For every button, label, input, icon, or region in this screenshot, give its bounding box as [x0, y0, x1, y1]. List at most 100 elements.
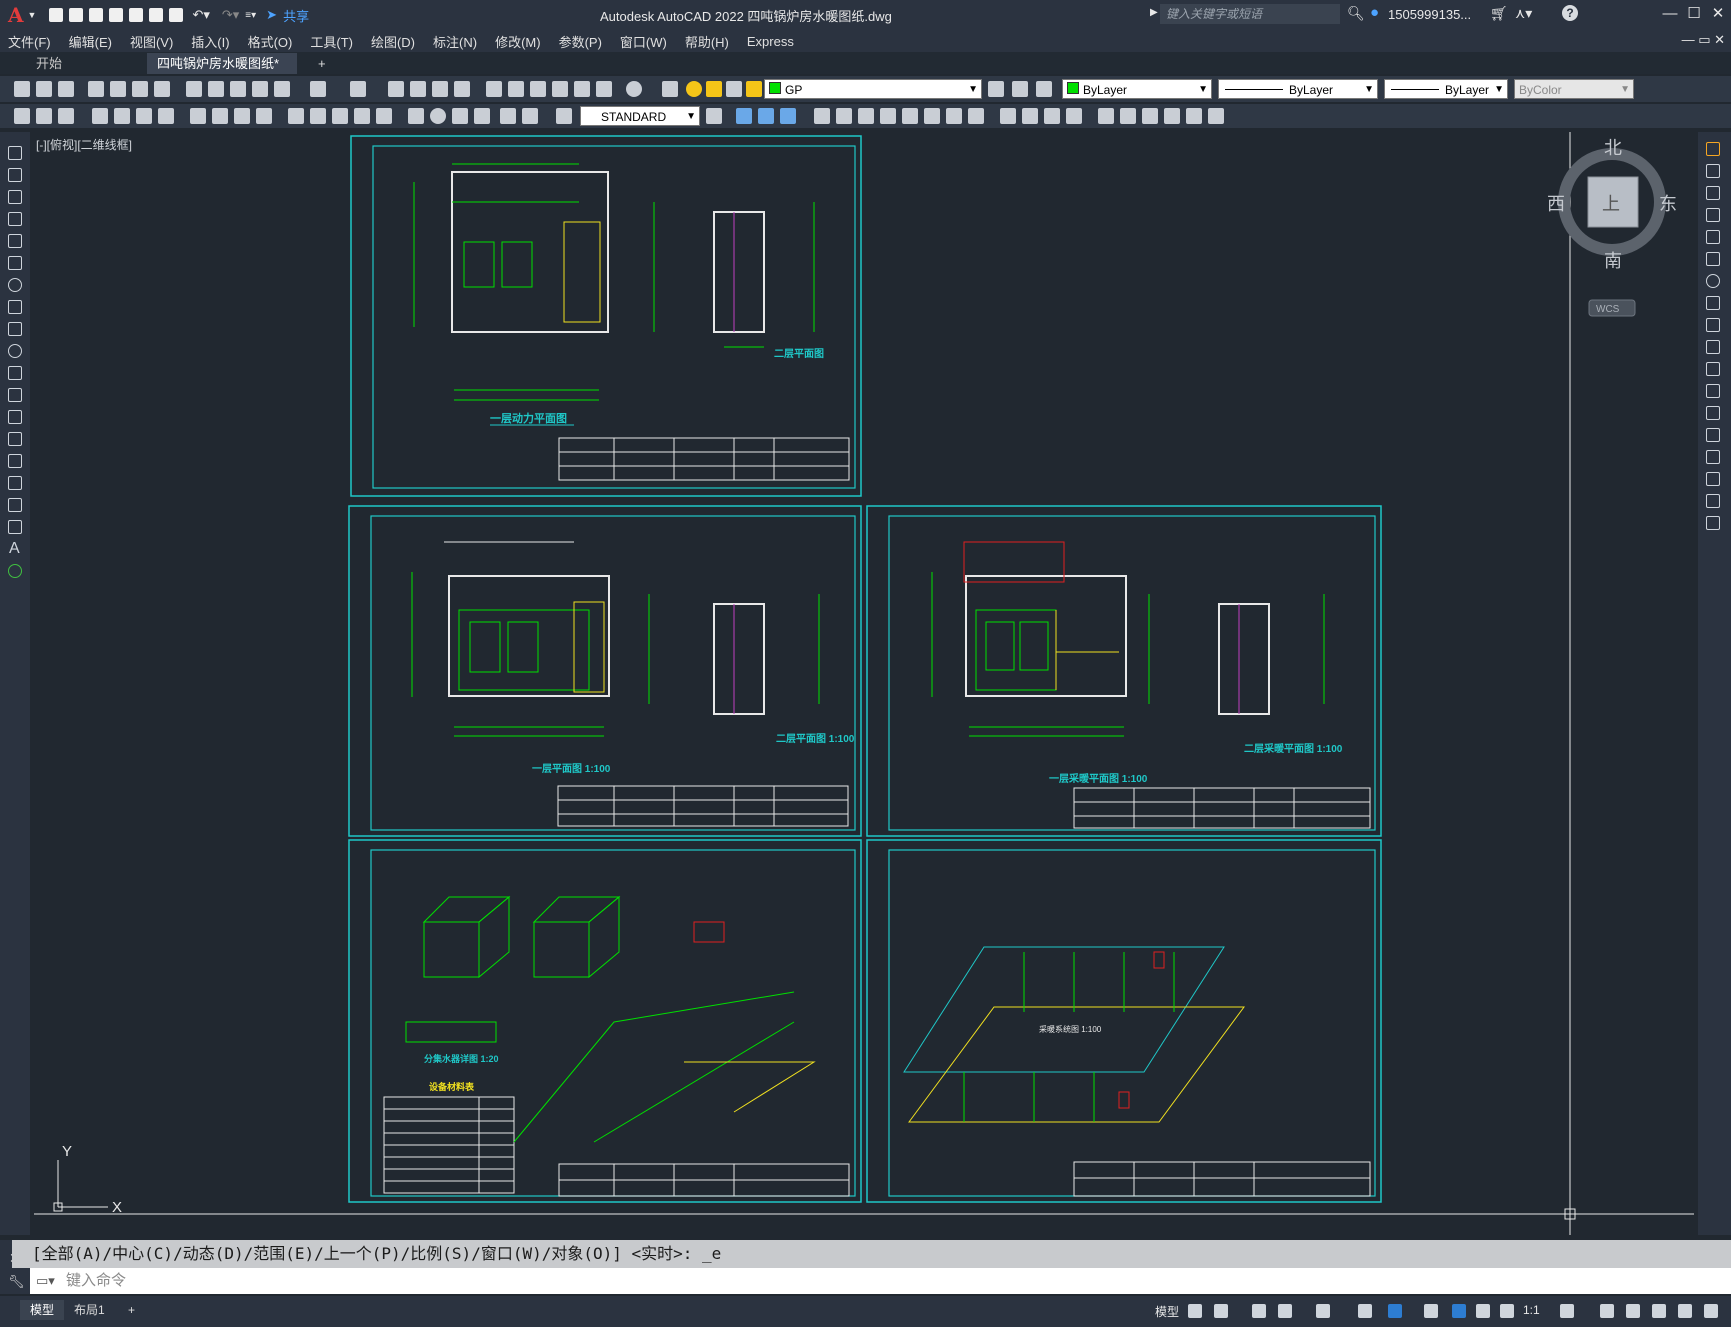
compass-east[interactable]: 东	[1659, 194, 1677, 214]
polar-icon[interactable]	[1278, 1304, 1292, 1318]
clean-screen-icon[interactable]	[1678, 1304, 1692, 1318]
annotation-scale-icon[interactable]	[1500, 1304, 1514, 1318]
help-icon[interactable]	[626, 81, 642, 97]
dimension-break-icon[interactable]	[376, 108, 392, 124]
plot-icon[interactable]	[88, 81, 104, 97]
share-button[interactable]: 共享	[283, 6, 309, 25]
menu-help[interactable]: 帮助(H)	[685, 32, 729, 51]
rectangle-icon[interactable]	[8, 234, 22, 248]
units-icon[interactable]	[1626, 1304, 1640, 1318]
construction-line-icon[interactable]	[8, 168, 22, 182]
publish-icon[interactable]	[132, 81, 148, 97]
layer-on-icon[interactable]	[686, 81, 702, 97]
viewcube[interactable]: 上 北 南 东 西 WCS	[1547, 138, 1677, 317]
search-input[interactable]: 键入关键字或短语	[1160, 4, 1340, 24]
customize-qat-icon[interactable]: ≡▾	[245, 10, 256, 21]
dimension-space-icon[interactable]	[354, 108, 370, 124]
compass-north[interactable]: 北	[1604, 138, 1622, 158]
calculator-icon[interactable]	[596, 81, 612, 97]
jogged-dimension-icon[interactable]	[212, 108, 228, 124]
break-icon[interactable]	[1706, 406, 1720, 420]
continue-dimension-icon[interactable]	[332, 108, 348, 124]
menu-format[interactable]: 格式(O)	[248, 32, 293, 51]
menu-file[interactable]: 文件(F)	[8, 32, 51, 51]
jogged-linear-icon[interactable]	[474, 108, 490, 124]
3d-tool-icon-2[interactable]	[758, 108, 774, 124]
3d-tool-icon-16[interactable]	[1098, 108, 1114, 124]
3d-print-icon[interactable]	[154, 81, 170, 97]
center-mark-icon[interactable]	[430, 108, 446, 124]
menu-dimension[interactable]: 标注(N)	[433, 32, 477, 51]
hatch-icon[interactable]	[8, 454, 22, 468]
blend-curves-icon[interactable]	[1706, 494, 1720, 508]
polygon-icon[interactable]	[8, 212, 22, 226]
linear-dimension-icon[interactable]	[92, 108, 108, 124]
search-expand-icon[interactable]: ▶	[1150, 7, 1158, 18]
offset-icon[interactable]	[1706, 208, 1720, 222]
explode-icon[interactable]	[1706, 516, 1720, 530]
ortho-icon[interactable]	[1252, 1304, 1266, 1318]
document-window-controls[interactable]: — ▭ ✕	[1682, 32, 1725, 48]
save-web-icon[interactable]	[149, 8, 164, 22]
close-button[interactable]: ✕	[1708, 4, 1728, 24]
save-icon[interactable]	[89, 8, 104, 22]
menu-edit[interactable]: 编辑(E)	[69, 32, 112, 51]
sheet-set-icon[interactable]	[552, 81, 568, 97]
table-icon[interactable]	[8, 520, 22, 534]
drawing-canvas[interactable]: 一层动力平面图 二层平面图 一层平面图 1:100 二层平面图 1:100 一层…	[34, 132, 1694, 1235]
markup-icon[interactable]	[574, 81, 590, 97]
zoom-previous-icon[interactable]	[454, 81, 470, 97]
make-current-layer-icon[interactable]	[988, 81, 1004, 97]
tool-icon-1[interactable]	[14, 108, 30, 124]
3d-tool-icon-17[interactable]	[1120, 108, 1136, 124]
compass-south[interactable]: 南	[1604, 251, 1622, 271]
workspace-gear-icon[interactable]	[1560, 1304, 1574, 1318]
minimize-button[interactable]: —	[1660, 4, 1680, 24]
3d-tool-icon-19[interactable]	[1164, 108, 1180, 124]
layer-properties-icon[interactable]	[662, 81, 678, 97]
baseline-dimension-icon[interactable]	[310, 108, 326, 124]
open-icon[interactable]	[36, 81, 52, 97]
command-input[interactable]: ▭▾ 键入命令	[30, 1268, 1731, 1294]
circle-icon[interactable]	[8, 278, 22, 292]
plot-icon[interactable]	[169, 8, 184, 22]
erase-icon[interactable]	[1706, 142, 1720, 156]
3d-tool-icon-8[interactable]	[902, 108, 918, 124]
join-icon[interactable]	[1706, 428, 1720, 442]
3d-tool-icon-12[interactable]	[1000, 108, 1016, 124]
polyline-icon[interactable]	[8, 190, 22, 204]
radius-dimension-icon[interactable]	[190, 108, 206, 124]
open-web-icon[interactable]	[129, 8, 144, 22]
layer-state-icon[interactable]	[1036, 81, 1052, 97]
ellipse-icon[interactable]	[8, 344, 22, 358]
tab-model[interactable]: 模型	[20, 1300, 65, 1320]
autocad-logo[interactable]: A	[8, 3, 24, 27]
model-space-toggle[interactable]: 模型	[1155, 1303, 1179, 1320]
inspection-icon[interactable]	[452, 108, 468, 124]
3d-tool-icon-3[interactable]	[780, 108, 796, 124]
dim-style-icon[interactable]	[706, 108, 722, 124]
new-icon[interactable]	[49, 8, 64, 22]
plot-preview-icon[interactable]	[110, 81, 126, 97]
block-editor-icon[interactable]	[274, 81, 290, 97]
snap-icon[interactable]	[1214, 1304, 1228, 1318]
grid-icon[interactable]	[1188, 1304, 1202, 1318]
customize-command-icon[interactable]: 🔧︎	[8, 1274, 25, 1290]
match-properties-icon[interactable]	[252, 81, 268, 97]
maximize-button[interactable]: ☐	[1684, 4, 1704, 24]
layer-lock-icon[interactable]	[746, 81, 762, 97]
tab-drawing[interactable]: 四吨锅炉房水暖图纸* ✕	[147, 53, 297, 92]
menu-parametric[interactable]: 参数(P)	[559, 32, 602, 51]
properties-icon[interactable]	[486, 81, 502, 97]
arc-length-icon[interactable]	[136, 108, 152, 124]
tool-icon-2[interactable]	[36, 108, 52, 124]
compass-west[interactable]: 西	[1547, 194, 1565, 214]
add-selected-icon[interactable]	[8, 564, 22, 578]
layer-freeze-icon[interactable]	[706, 81, 722, 97]
layer-vp-icon[interactable]	[726, 81, 742, 97]
search-icon[interactable]: 🔍︎	[1347, 5, 1365, 22]
recent-commands-icon[interactable]: ▭▾	[36, 1268, 55, 1294]
arc-icon[interactable]	[8, 256, 22, 270]
undo-icon[interactable]: ↶▾	[192, 7, 209, 23]
copy-object-icon[interactable]	[1706, 164, 1720, 178]
